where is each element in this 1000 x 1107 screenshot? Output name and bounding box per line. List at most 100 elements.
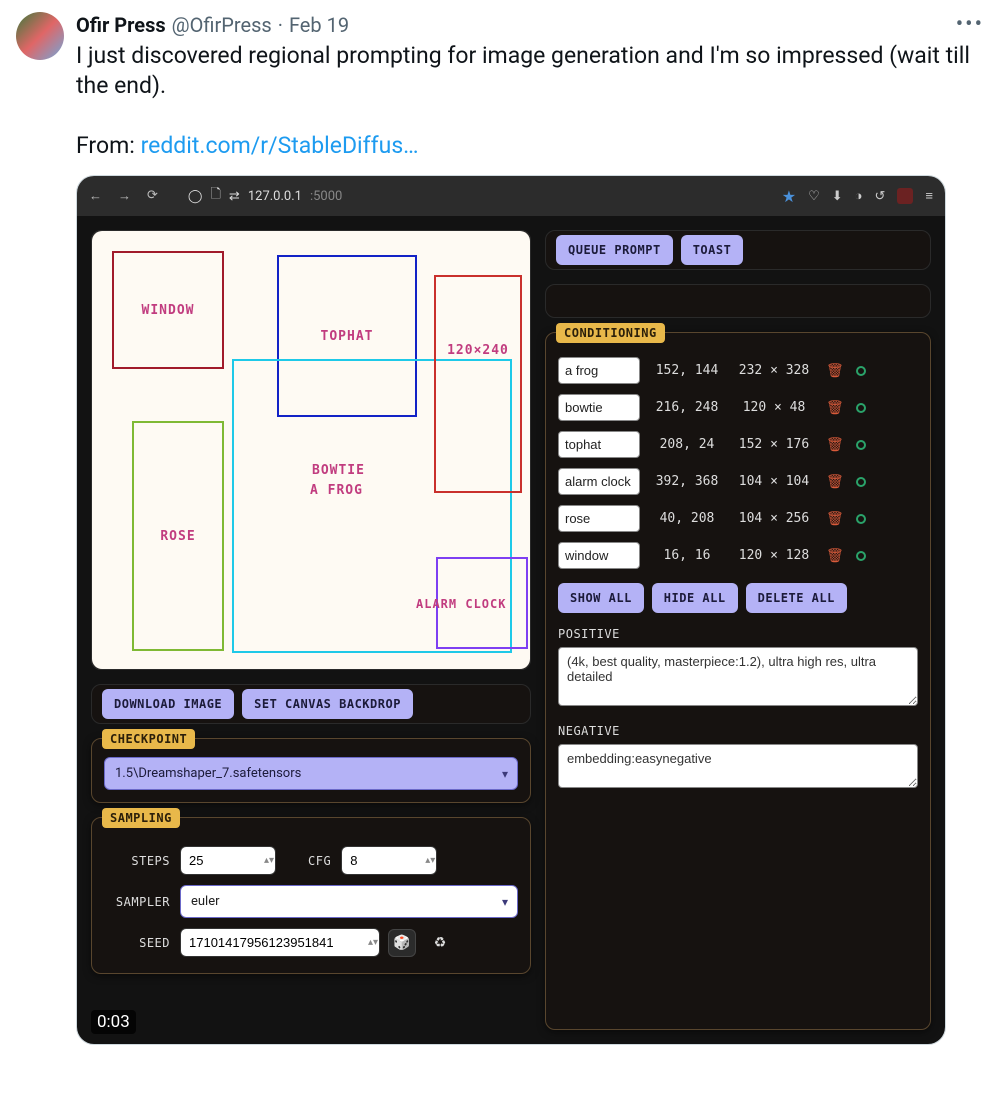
positive-textarea[interactable] <box>558 647 918 706</box>
trash-icon[interactable]: 🗑 <box>826 400 844 416</box>
tweet: Ofir Press @OfirPress · Feb 19 ••• I jus… <box>0 0 1000 161</box>
region-coord: 16, 16 <box>652 548 722 563</box>
show-all-button[interactable]: SHOW ALL <box>558 583 644 613</box>
conditioning-row: 40, 208 104 × 256 🗑 <box>558 505 918 532</box>
region-size: 120 × 128 <box>734 548 814 563</box>
sampler-select[interactable]: euler <box>180 885 518 918</box>
conditioning-tag: CONDITIONING <box>556 323 665 343</box>
region-size: 104 × 256 <box>734 511 814 526</box>
region-coord: 208, 24 <box>652 437 722 452</box>
forward-icon[interactable]: → <box>118 188 131 204</box>
region-name-input[interactable] <box>558 468 640 495</box>
canvas-actions: DOWNLOAD IMAGE SET CANVAS BACKDROP <box>91 684 531 724</box>
region-selection[interactable]: 120×240 <box>434 275 522 493</box>
trash-icon[interactable]: 🗑 <box>826 474 844 490</box>
tweet-date[interactable]: Feb 19 <box>289 13 349 37</box>
pocket-icon[interactable]: ♡ <box>808 189 820 204</box>
conditioning-panel: CONDITIONING 152, 144232 × 328🗑216, 2481… <box>545 332 931 1030</box>
trash-icon[interactable]: 🗑 <box>826 437 844 453</box>
cfg-input[interactable] <box>341 846 437 875</box>
tweet-text: I just discovered regional prompting for… <box>76 41 984 161</box>
region-canvas[interactable]: WINDOW TOPHAT ROSE 120×240 BOWTIE A FROG… <box>92 231 530 669</box>
cfg-label: CFG <box>308 854 331 868</box>
negative-textarea[interactable] <box>558 744 918 788</box>
delete-all-button[interactable]: DELETE ALL <box>746 583 847 613</box>
canvas-panel: WINDOW TOPHAT ROSE 120×240 BOWTIE A FROG… <box>91 230 531 670</box>
conditioning-row: 16, 16 120 × 128 🗑 <box>558 542 918 569</box>
history-icon[interactable]: ↺ <box>875 189 886 204</box>
video-timecode: 0:03 <box>91 1010 136 1034</box>
avatar[interactable] <box>16 12 64 60</box>
hide-all-button[interactable]: HIDE ALL <box>652 583 738 613</box>
shield-icon[interactable]: ◯ <box>188 189 203 204</box>
queue-prompt-button[interactable]: QUEUE PROMPT <box>556 235 673 265</box>
visibility-toggle-icon[interactable] <box>856 514 866 524</box>
label-bowtie: BOWTIE <box>312 463 365 478</box>
steps-label: STEPS <box>104 854 170 868</box>
reload-icon[interactable]: ⟳ <box>147 188 158 204</box>
page-icon: 🗋 <box>210 185 220 207</box>
dice-icon[interactable]: 🎲 <box>388 929 416 957</box>
visibility-toggle-icon[interactable] <box>856 477 866 487</box>
visibility-toggle-icon[interactable] <box>856 551 866 561</box>
bookmark-icon[interactable]: ★ <box>782 187 796 206</box>
region-size: 120 × 48 <box>734 400 814 415</box>
conditioning-table: 152, 144232 × 328🗑216, 248120 × 48🗑208, … <box>558 357 918 569</box>
menu-icon[interactable]: ≡ <box>925 188 933 204</box>
url-host: 127.0.0.1 <box>248 189 302 204</box>
negative-label: NEGATIVE <box>558 724 918 738</box>
region-size: 104 × 104 <box>734 474 814 489</box>
region-name-input[interactable] <box>558 542 640 569</box>
checkpoint-select[interactable]: 1.5\Dreamshaper_7.safetensors <box>104 757 518 790</box>
label-afrog: A FROG <box>310 483 363 498</box>
region-name-input[interactable] <box>558 431 640 458</box>
progress-bar <box>545 284 931 318</box>
ublock-icon[interactable] <box>897 188 913 204</box>
separator: · <box>278 13 283 37</box>
region-window[interactable]: WINDOW <box>112 251 224 369</box>
sampling-panel: SAMPLING STEPS ▴▾ CFG ▴▾ SAMPLER euler <box>91 817 531 974</box>
region-rose[interactable]: ROSE <box>132 421 224 651</box>
trash-icon[interactable]: 🗑 <box>826 548 844 564</box>
steps-input[interactable] <box>180 846 276 875</box>
permission-icon[interactable]: ⇄ <box>229 189 240 204</box>
tweet-link[interactable]: reddit.com/r/StableDiffus… <box>141 132 419 159</box>
recycle-icon[interactable]: ♻ <box>426 929 454 957</box>
tweet-from: From: <box>76 132 141 159</box>
region-coord: 40, 208 <box>652 511 722 526</box>
toast-button[interactable]: TOAST <box>681 235 744 265</box>
topbar: QUEUE PROMPT TOAST <box>545 230 931 270</box>
region-name-input[interactable] <box>558 357 640 384</box>
download-icon[interactable]: ⬇ <box>832 189 843 204</box>
url-bar[interactable]: ◯ 🗋 ⇄ 127.0.0.1:5000 <box>188 185 342 207</box>
seed-input[interactable] <box>180 928 380 957</box>
trash-icon[interactable]: 🗑 <box>826 363 844 379</box>
visibility-toggle-icon[interactable] <box>856 440 866 450</box>
more-icon[interactable]: ••• <box>956 12 984 37</box>
browser-chrome: ← → ⟳ ◯ 🗋 ⇄ 127.0.0.1:5000 ★ ♡ ⬇ ◑ ↺ ≡ <box>77 176 945 216</box>
back-icon[interactable]: ← <box>89 188 102 204</box>
seed-label: SEED <box>104 936 170 950</box>
trash-icon[interactable]: 🗑 <box>826 511 844 527</box>
conditioning-row: 208, 24 152 × 176 🗑 <box>558 431 918 458</box>
visibility-toggle-icon[interactable] <box>856 403 866 413</box>
conditioning-row: 152, 144232 × 328🗑 <box>558 357 918 384</box>
set-backdrop-button[interactable]: SET CANVAS BACKDROP <box>242 689 413 719</box>
checkpoint-tag: CHECKPOINT <box>102 729 195 749</box>
author-handle[interactable]: @OfirPress <box>172 13 272 37</box>
positive-label: POSITIVE <box>558 627 918 641</box>
region-name-input[interactable] <box>558 505 640 532</box>
label-alarm: ALARM CLOCK <box>416 597 506 611</box>
download-image-button[interactable]: DOWNLOAD IMAGE <box>102 689 234 719</box>
visibility-toggle-icon[interactable] <box>856 366 866 376</box>
addon-icon[interactable]: ◑ <box>855 188 863 204</box>
region-size: 232 × 328 <box>734 363 814 378</box>
conditioning-row: 392, 368104 × 104🗑 <box>558 468 918 495</box>
region-name-input[interactable] <box>558 394 640 421</box>
checkpoint-panel: CHECKPOINT 1.5\Dreamshaper_7.safetensors <box>91 738 531 803</box>
region-size: 152 × 176 <box>734 437 814 452</box>
author-name[interactable]: Ofir Press <box>76 13 166 37</box>
tweet-line1: I just discovered regional prompting for… <box>76 42 970 99</box>
tweet-header: Ofir Press @OfirPress · Feb 19 ••• <box>76 12 984 37</box>
video-embed[interactable]: ← → ⟳ ◯ 🗋 ⇄ 127.0.0.1:5000 ★ ♡ ⬇ ◑ ↺ ≡ W… <box>76 175 946 1045</box>
